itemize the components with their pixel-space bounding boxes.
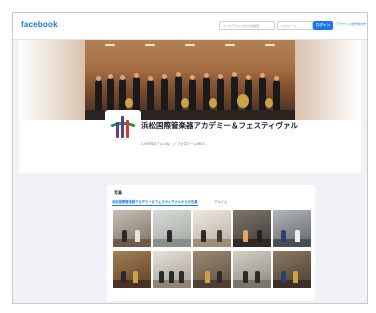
- profile-header: 浜松国際管楽器アカデミー＆フェスティヴァル 1,097件の「いいね！」・フォロワ…: [19, 40, 361, 173]
- create-account-link[interactable]: アカウントを作成の作成: [336, 22, 366, 26]
- cover-photo-backdrop-left: [19, 40, 85, 120]
- photo-thumbnail[interactable]: [273, 210, 311, 247]
- photos-heading: 写真: [114, 190, 122, 195]
- photo-thumbnail[interactable]: [153, 251, 191, 288]
- top-navigation-bar: facebook メールアドレスまたは電話 パスワード ログイン アカウントを作…: [13, 13, 367, 40]
- photo-thumbnail[interactable]: [113, 210, 151, 247]
- photo-thumbnail[interactable]: [193, 251, 231, 288]
- page-title: 浜松国際管楽器アカデミー＆フェスティヴァル: [141, 121, 299, 130]
- photo-thumbnail[interactable]: [113, 251, 151, 288]
- photo-thumbnail[interactable]: [233, 251, 271, 288]
- photo-thumbnail[interactable]: [233, 210, 271, 247]
- tab-page-photos[interactable]: 浜松国際管楽器アカデミー＆フェスティヴァルからの写真: [112, 199, 198, 206]
- page-followers-meta[interactable]: 1,097件の「いいね！」・フォロワー1,095人: [141, 141, 205, 146]
- photo-thumbnail[interactable]: [273, 251, 311, 288]
- login-button[interactable]: ログイン: [313, 21, 333, 30]
- facebook-logo[interactable]: facebook: [21, 20, 58, 29]
- password-field[interactable]: パスワード: [277, 21, 313, 30]
- email-field[interactable]: メールアドレスまたは電話: [219, 21, 275, 30]
- photo-thumbnail[interactable]: [193, 210, 231, 247]
- photo-thumbnail[interactable]: [153, 210, 191, 247]
- browser-window: facebook メールアドレスまたは電話 パスワード ログイン アカウントを作…: [12, 12, 368, 304]
- cover-photo[interactable]: [85, 40, 295, 120]
- tab-albums[interactable]: アルバム: [214, 199, 227, 204]
- photos-section: 写真 浜松国際管楽器アカデミー＆フェスティヴァルからの写真 アルバム: [107, 185, 315, 301]
- profile-avatar[interactable]: [105, 110, 141, 142]
- cover-photo-backdrop-right: [295, 40, 361, 120]
